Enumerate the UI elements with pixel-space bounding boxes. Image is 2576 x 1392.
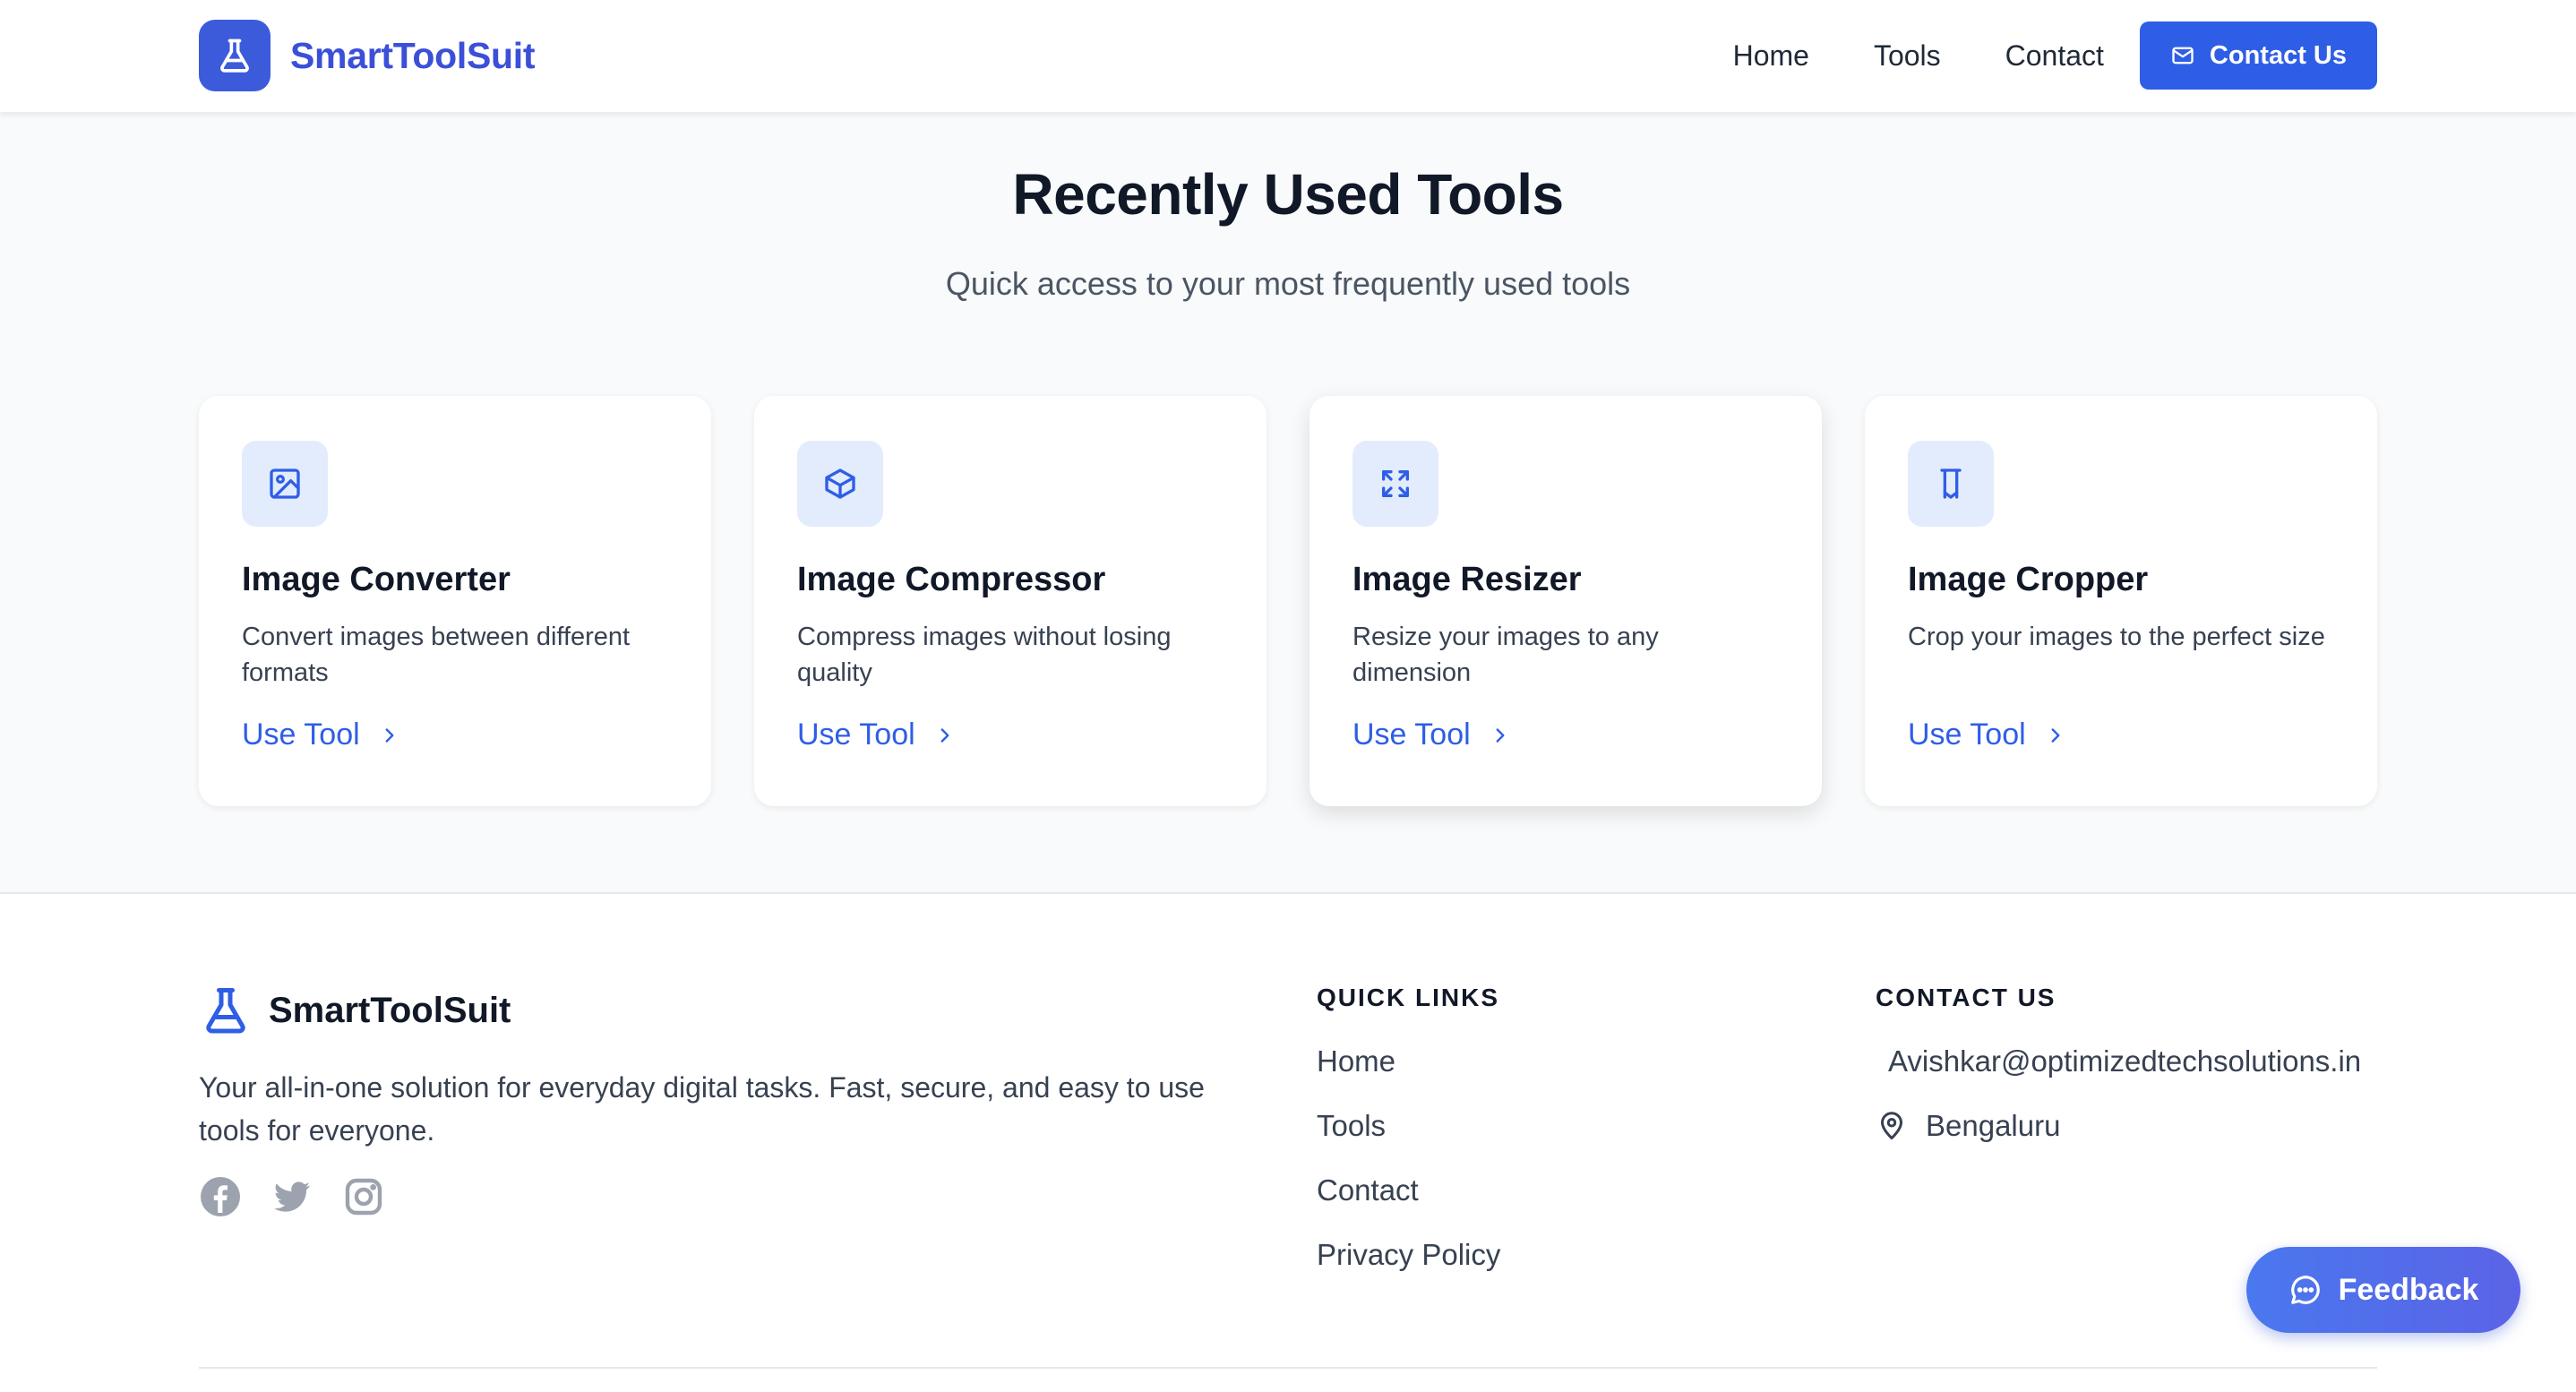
expand-icon <box>1352 441 1438 527</box>
image-icon <box>242 441 328 527</box>
tool-card-image-compressor[interactable]: Image Compressor Compress images without… <box>754 396 1267 806</box>
nav-home[interactable]: Home <box>1733 39 1809 73</box>
quick-links-heading: QUICK LINKS <box>1317 984 1499 1011</box>
feedback-button[interactable]: Feedback <box>2246 1247 2520 1333</box>
chat-bubble-icon <box>2290 1276 2320 1304</box>
contact-email[interactable]: Avishkar@optimizedtechsolutions.in <box>1888 1044 2361 1078</box>
tool-title: Image Cropper <box>1908 561 2149 598</box>
footer-divider <box>199 1367 2377 1369</box>
brand[interactable]: SmartToolSuit <box>199 20 536 91</box>
footer-link-contact[interactable]: Contact <box>1317 1173 1500 1238</box>
flask-icon <box>199 20 270 91</box>
tool-description: Crop your images to the perfect size <box>1908 623 2325 651</box>
tool-description: Convert images between different formats <box>242 623 631 687</box>
main-nav: Home Tools Contact Contact Us <box>1733 21 2377 90</box>
contact-heading: CONTACT US <box>1876 984 2057 1011</box>
tool-card-image-converter[interactable]: Image Converter Convert images between d… <box>199 396 711 806</box>
tool-description: Resize your images to any dimension <box>1352 623 1659 687</box>
tool-card-image-resizer[interactable]: Image Resizer Resize your images to any … <box>1309 396 1822 806</box>
chevron-right-icon <box>940 727 949 743</box>
tool-title: Image Resizer <box>1352 561 1582 598</box>
page-subtitle: Quick access to your most frequently use… <box>945 265 1631 302</box>
tool-description: Compress images without losing quality <box>797 623 1172 687</box>
footer-brand: SmartToolSuit <box>199 984 511 1037</box>
tool-title: Image Compressor <box>797 561 1106 598</box>
page-title: Recently Used Tools <box>1012 162 1564 227</box>
twitter-icon[interactable] <box>270 1175 313 1218</box>
location-label: Bengaluru <box>1926 1109 2061 1142</box>
tool-card-image-cropper[interactable]: Image Cropper Crop your images to the pe… <box>1865 396 2377 806</box>
chevron-right-icon <box>1496 727 1505 743</box>
tool-title: Image Converter <box>242 561 511 598</box>
footer-link-tools[interactable]: Tools <box>1317 1109 1500 1173</box>
contact-us-button[interactable]: Contact Us <box>2139 21 2377 90</box>
quick-links: Home Tools Contact Privacy Policy <box>1317 1044 1500 1302</box>
recent-tools-grid: Image Converter Convert images between d… <box>199 396 2377 806</box>
map-pin-icon <box>1881 1112 1902 1139</box>
box-icon <box>797 441 883 527</box>
top-navbar: SmartToolSuit Home Tools Contact Contact… <box>0 0 2576 113</box>
use-tool-label: Use Tool <box>1352 717 1471 752</box>
use-tool-link[interactable]: Use Tool <box>1352 717 1512 752</box>
footer-brand-name: SmartToolSuit <box>269 990 511 1030</box>
social-links <box>199 1175 414 1218</box>
nav-contact[interactable]: Contact <box>2005 39 2104 73</box>
footer-description: Your all-in-one solution for everyday di… <box>199 1071 1205 1147</box>
mail-icon <box>2172 47 2194 64</box>
crop-icon <box>1908 441 1994 527</box>
chevron-right-icon <box>385 727 394 743</box>
flask-icon <box>206 988 245 1034</box>
use-tool-link[interactable]: Use Tool <box>1908 717 2067 752</box>
use-tool-label: Use Tool <box>242 717 360 752</box>
brand-name: SmartToolSuit <box>290 34 536 76</box>
nav-tools[interactable]: Tools <box>1874 39 1941 73</box>
feedback-label: Feedback <box>2338 1272 2479 1307</box>
use-tool-label: Use Tool <box>797 717 915 752</box>
use-tool-link[interactable]: Use Tool <box>797 717 957 752</box>
footer-link-home[interactable]: Home <box>1317 1044 1500 1109</box>
footer-link-privacy-policy[interactable]: Privacy Policy <box>1317 1238 1500 1302</box>
contact-location: Bengaluru <box>1876 1109 2060 1143</box>
instagram-icon[interactable] <box>342 1175 385 1218</box>
contact-us-label: Contact Us <box>2209 40 2347 70</box>
facebook-icon[interactable] <box>199 1175 242 1218</box>
footer: SmartToolSuit Your all-in-one solution f… <box>0 892 2576 1392</box>
use-tool-label: Use Tool <box>1908 717 2026 752</box>
chevron-right-icon <box>2051 727 2060 743</box>
use-tool-link[interactable]: Use Tool <box>242 717 401 752</box>
